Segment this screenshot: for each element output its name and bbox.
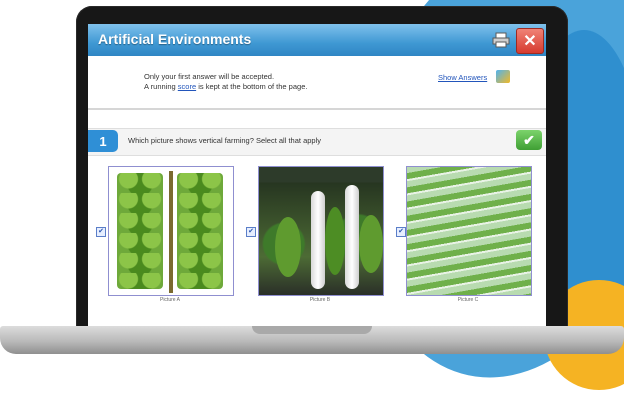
show-answers-link[interactable]: Show Answers — [438, 73, 487, 82]
hanging-lettuce-image[interactable] — [406, 166, 532, 296]
close-button[interactable]: ✕ — [516, 28, 544, 54]
stacked-lettuce-pole — [169, 171, 173, 293]
plant-cluster-left — [275, 217, 301, 277]
grow-tower-right — [345, 185, 359, 289]
answers-icon[interactable] — [496, 70, 510, 83]
option-a-checkbox[interactable]: ✔ — [96, 227, 106, 237]
question-number: 1 — [88, 130, 118, 152]
submit-answer-button[interactable]: ✔ — [516, 130, 542, 150]
stacked-lettuce-image[interactable] — [108, 166, 234, 296]
question-text: Which picture shows vertical farming? Se… — [128, 136, 322, 145]
print-button[interactable] — [490, 29, 512, 51]
option-b-caption: Picture B — [309, 297, 331, 303]
lettuce-column-right — [177, 173, 223, 289]
laptop-notch — [252, 326, 372, 334]
lettuce-column-left — [117, 173, 163, 289]
instruction-text-prefix: A running — [144, 82, 178, 91]
plant-cluster-right — [359, 215, 383, 273]
score-link[interactable]: score — [178, 82, 196, 91]
checkmark-icon: ✔ — [523, 131, 535, 148]
instruction-text-suffix: is kept at the bottom of the page. — [196, 82, 308, 91]
window-title: Artificial Environments — [98, 31, 252, 47]
option-c-caption: Picture C — [457, 297, 479, 303]
option-b-checkbox[interactable]: ✔ — [246, 227, 256, 237]
greenhouse-towers-image[interactable] — [258, 166, 384, 296]
printer-icon — [492, 32, 510, 48]
plant-cluster-center — [325, 207, 345, 275]
section-divider — [88, 108, 546, 110]
option-a-caption: Picture A — [159, 297, 180, 303]
instructions: Only your first answer will be accepted.… — [144, 72, 307, 92]
laptop-screen: Artificial Environments ✕ Only your firs… — [88, 24, 546, 326]
close-icon: ✕ — [523, 33, 537, 50]
instruction-line-2: A running score is kept at the bottom of… — [144, 82, 307, 92]
option-c-checkbox[interactable]: ✔ — [396, 227, 406, 237]
grow-tower-left — [311, 191, 325, 289]
instruction-line-1: Only your first answer will be accepted. — [144, 72, 275, 81]
